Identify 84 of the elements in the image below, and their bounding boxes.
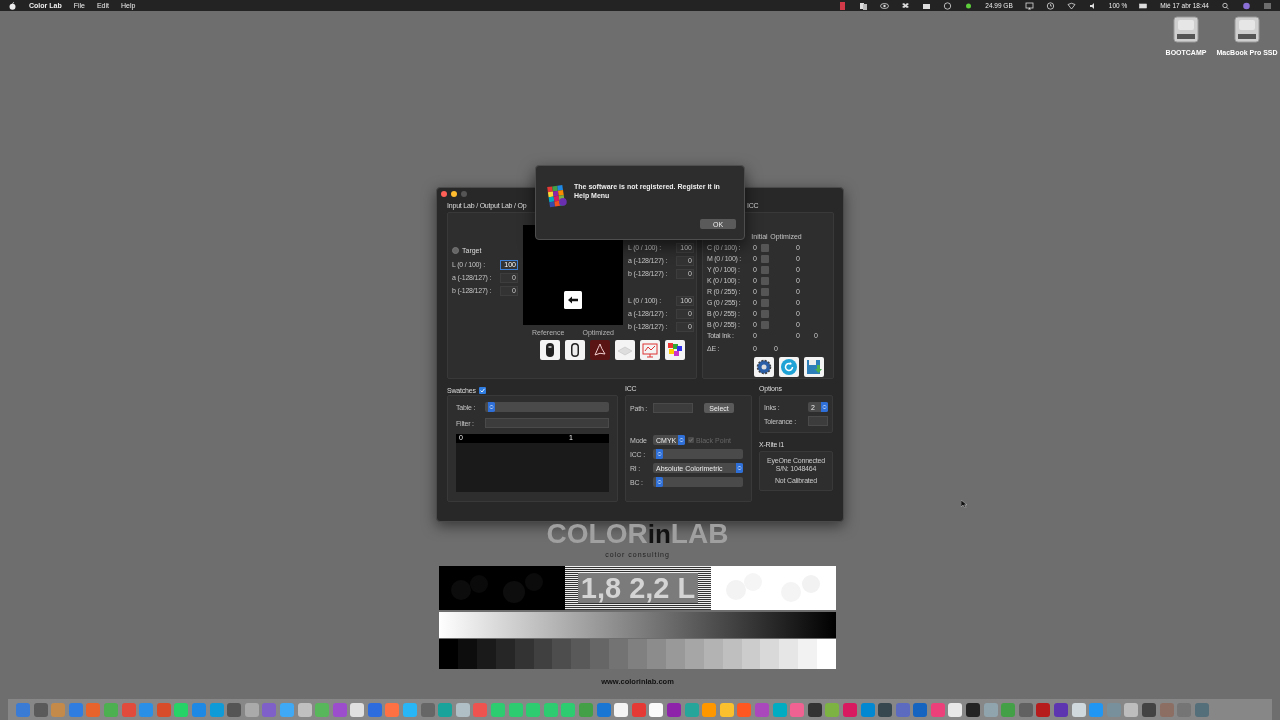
tone-step: [817, 639, 837, 669]
logo-text: COLOR: [546, 520, 648, 548]
app-icon[interactable]: [33, 702, 48, 717]
dropdown[interactable]: [653, 477, 743, 487]
line-chart-icon[interactable]: [640, 340, 660, 360]
app-icon[interactable]: [297, 702, 312, 717]
checkbox[interactable]: [761, 287, 769, 296]
app-icon[interactable]: [966, 702, 981, 717]
app-icon[interactable]: [227, 702, 242, 717]
tone-step: [609, 639, 629, 669]
close-button[interactable]: [441, 190, 447, 197]
tone-step: [439, 639, 458, 669]
checkbox[interactable]: [761, 320, 769, 329]
tone-step: [590, 639, 610, 669]
volume-icon[interactable]: [1087, 1, 1097, 10]
pdf-icon[interactable]: [590, 340, 610, 360]
tone-step: [628, 639, 647, 669]
airplay-icon[interactable]: [1024, 1, 1034, 10]
checkbox[interactable]: [761, 254, 769, 263]
hard-drive-icon[interactable]: [1173, 16, 1199, 43]
gauge-icon[interactable]: [943, 1, 953, 10]
gamma-label: 1,8 2,2 L: [577, 573, 699, 603]
eye-icon[interactable]: [880, 1, 890, 10]
app-icon[interactable]: [878, 702, 893, 717]
stepper-icon: [656, 449, 663, 459]
stepper-icon: [736, 463, 743, 473]
orb-icon[interactable]: [1242, 1, 1251, 10]
checkbox[interactable]: [478, 386, 486, 394]
square-icon[interactable]: [838, 1, 848, 10]
swatches-icon[interactable]: [665, 340, 685, 360]
app-icon[interactable]: [1142, 702, 1156, 717]
stepper-icon: [821, 402, 828, 412]
app-icon[interactable]: [948, 702, 963, 717]
clock-icon[interactable]: [1045, 1, 1055, 10]
app-icon[interactable]: [807, 702, 822, 717]
tone-step: [798, 639, 818, 669]
logo-text: LAB: [670, 520, 729, 548]
tone-step: [571, 639, 591, 669]
checkbox[interactable]: [761, 276, 769, 285]
minimize-button[interactable]: [451, 190, 457, 197]
app-icon[interactable]: [614, 702, 629, 717]
dropbox-icon[interactable]: [901, 1, 911, 10]
path-field[interactable]: [653, 403, 693, 413]
tone-step: [552, 639, 572, 669]
paper-stack-icon[interactable]: [615, 340, 635, 360]
status-dot-icon: [964, 1, 974, 10]
app-icon[interactable]: [719, 702, 734, 717]
checkbox[interactable]: [761, 243, 769, 252]
filter-field[interactable]: [485, 418, 609, 428]
documents-icon[interactable]: [859, 1, 869, 10]
mouse-device-icon[interactable]: [565, 340, 585, 360]
tolerance-field[interactable]: [808, 416, 828, 426]
app-icon[interactable]: [350, 702, 365, 717]
color-grid-icon: [546, 182, 568, 210]
save-icon[interactable]: [804, 357, 824, 377]
refresh-icon[interactable]: [779, 357, 799, 377]
radio-button[interactable]: [452, 247, 459, 254]
checkbox[interactable]: [761, 309, 769, 318]
stepper-icon: [656, 477, 663, 487]
cursor-icon: [961, 500, 967, 508]
search-icon[interactable]: [1221, 1, 1230, 10]
stepper-icon: [488, 402, 495, 412]
mouse-device-icon[interactable]: [540, 340, 560, 360]
app-icon[interactable]: [649, 702, 664, 717]
checkbox[interactable]: [761, 298, 769, 307]
app-icon[interactable]: [1071, 702, 1086, 717]
checkbox[interactable]: [761, 265, 769, 274]
drive-icon[interactable]: [922, 1, 932, 10]
tone-step: [760, 639, 780, 669]
logo-text: in: [647, 520, 671, 548]
arrow-left-button[interactable]: [564, 291, 582, 309]
dropdown[interactable]: [653, 449, 743, 459]
battery-icon[interactable]: [1139, 1, 1149, 10]
apple-logo-icon[interactable]: [8, 1, 17, 10]
list-icon[interactable]: [1263, 1, 1272, 10]
dropdown[interactable]: [485, 402, 609, 412]
tone-step: [779, 639, 799, 669]
app-icon[interactable]: [666, 702, 681, 717]
app-icon[interactable]: [1054, 702, 1069, 717]
hard-drive-icon[interactable]: [1234, 16, 1260, 43]
stepper-icon: [678, 435, 685, 445]
gear-icon[interactable]: [754, 357, 774, 377]
wifi-icon[interactable]: [1066, 1, 1076, 10]
zoom-button[interactable]: [461, 190, 467, 197]
